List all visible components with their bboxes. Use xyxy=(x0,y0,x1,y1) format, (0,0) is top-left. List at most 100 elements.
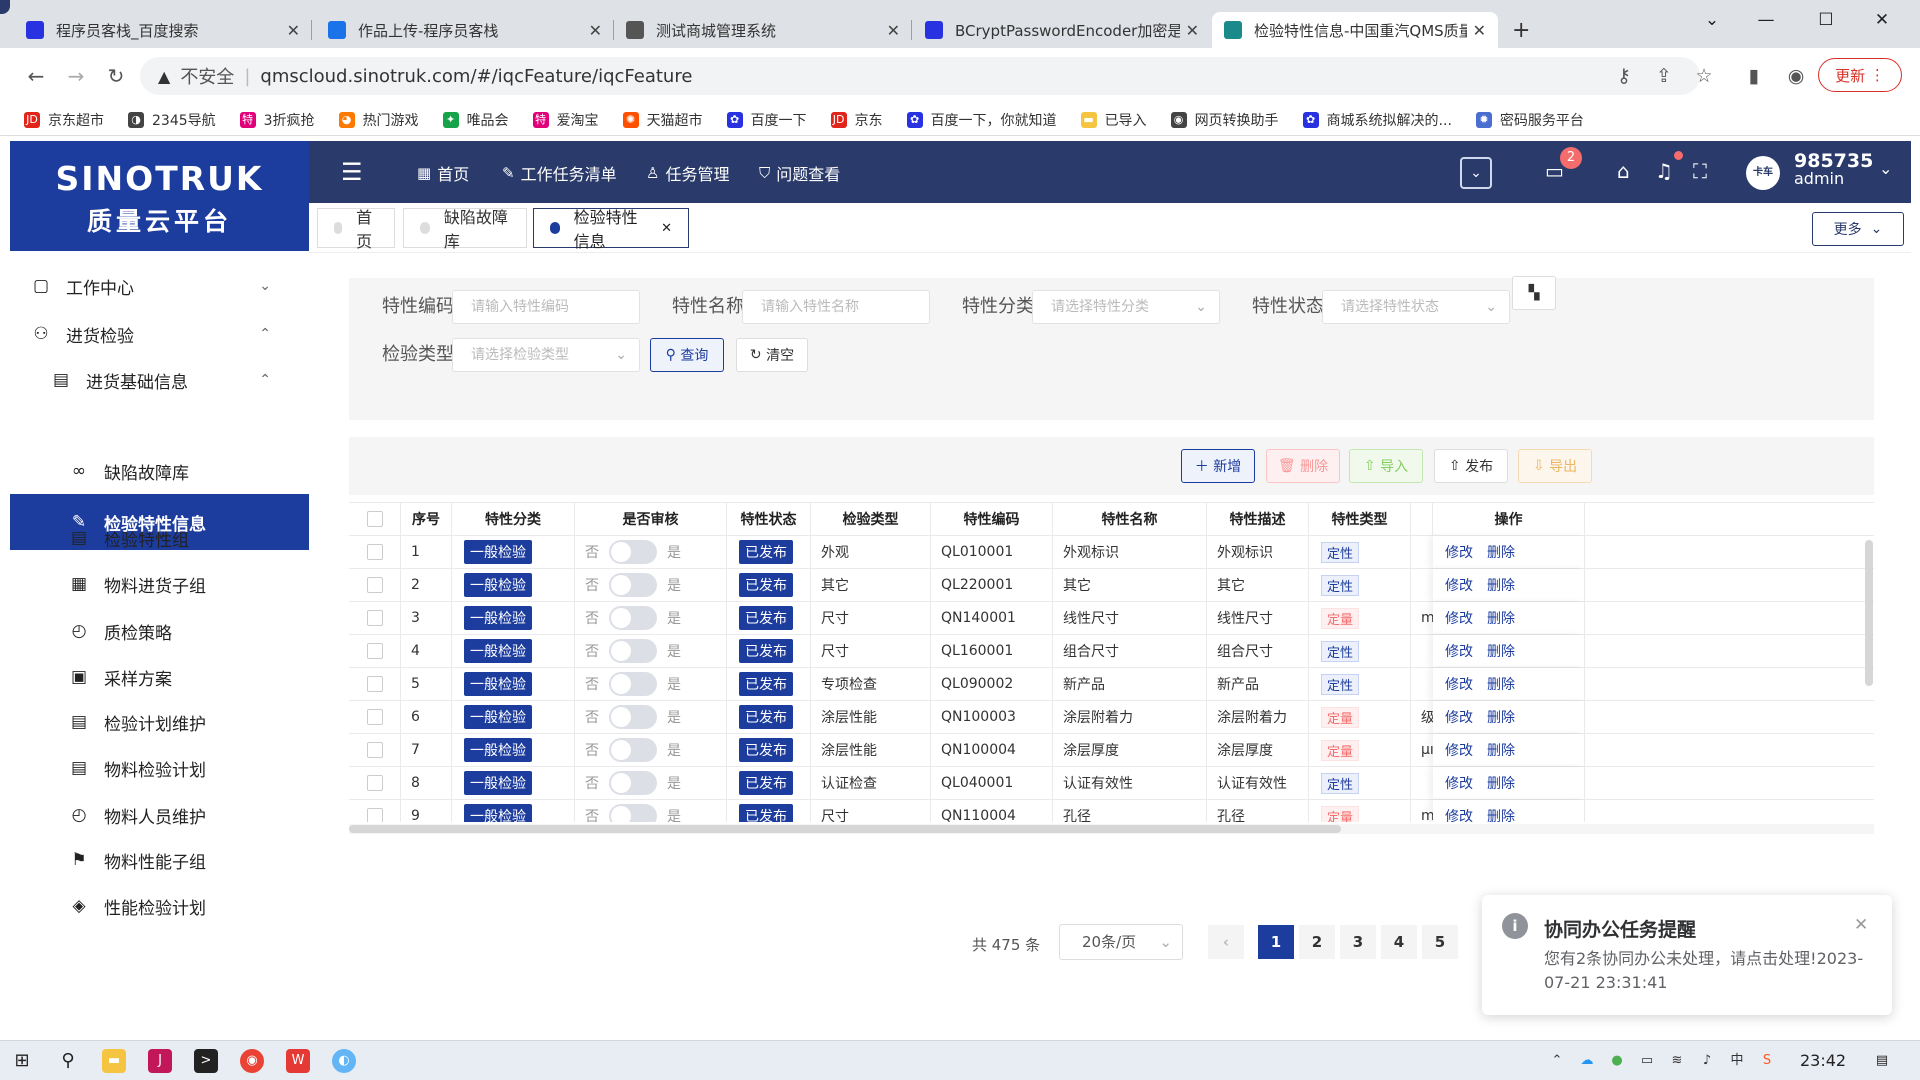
close-tab-icon[interactable]: ✕ xyxy=(887,21,900,40)
type-select[interactable]: 请选择检验类型 ⌄ xyxy=(452,338,640,372)
browser-tab[interactable]: 作品上传-程序员客栈 ✕ xyxy=(316,12,614,48)
row-checkbox[interactable] xyxy=(366,610,383,626)
bookmark-item[interactable]: ✿ 商城系统拟解决的... xyxy=(1302,110,1452,130)
bookmark-item[interactable]: JD 京东超市 xyxy=(24,110,104,130)
status-select[interactable]: 请选择特性状态 ⌄ xyxy=(1322,290,1510,324)
name-input[interactable]: 请输入特性名称 xyxy=(742,290,930,324)
row-checkbox[interactable] xyxy=(366,577,383,593)
wifi-icon[interactable]: ≋ xyxy=(1665,1049,1689,1073)
new-tab-button[interactable]: + xyxy=(1500,12,1540,48)
close-icon[interactable]: ✕ xyxy=(661,221,672,236)
chrome-icon[interactable]: ◉ xyxy=(240,1049,264,1073)
bookmark-item[interactable]: ✺ 天猫超市 xyxy=(622,110,703,130)
battery-icon[interactable]: ▭ xyxy=(1635,1049,1659,1073)
user-menu[interactable]: 985735 admin xyxy=(1794,152,1873,188)
edit-link[interactable]: 修改 xyxy=(1445,740,1473,760)
notification-toast[interactable]: i 协同办公任务提醒 ✕ 您有2条协同办公未处理，请点击处理!2023-07-2… xyxy=(1482,895,1892,1015)
tray-icon[interactable]: ☁ xyxy=(1575,1049,1599,1073)
close-tab-icon[interactable]: ✕ xyxy=(1186,21,1199,40)
bookmark-item[interactable]: JD 京东 xyxy=(830,110,883,130)
tab-home[interactable]: 首页 xyxy=(317,208,395,251)
more-button[interactable]: 更多 ⌄ xyxy=(1812,212,1904,246)
delete-link[interactable]: 删除 xyxy=(1487,740,1515,760)
sidebar-item[interactable]: ⚑ 物料性能子组 xyxy=(10,837,309,883)
row-checkbox[interactable] xyxy=(366,742,383,758)
delete-link[interactable]: 删除 xyxy=(1487,773,1515,793)
share-icon[interactable]: ⇪ xyxy=(1650,62,1678,90)
browser-tab[interactable]: 检验特性信息-中国重汽QMS质量 ✕ xyxy=(1212,12,1498,48)
horizontal-scrollbar[interactable] xyxy=(349,824,1874,834)
page-size-select[interactable]: 20条/页 ⌄ xyxy=(1059,924,1183,960)
row-checkbox[interactable] xyxy=(366,643,383,659)
delete-link[interactable]: 删除 xyxy=(1487,608,1515,628)
close-icon[interactable]: ✕ xyxy=(1854,915,1868,935)
search-icon[interactable]: ⚲ xyxy=(56,1049,80,1073)
close-window-icon[interactable]: ✕ xyxy=(1862,6,1902,34)
delete-link[interactable]: 删除 xyxy=(1487,575,1515,595)
row-checkbox[interactable] xyxy=(366,709,383,725)
back-icon[interactable]: ← xyxy=(22,62,50,90)
tab-defect-lib[interactable]: 缺陷故障库 xyxy=(403,208,527,251)
star-icon[interactable]: ☆ xyxy=(1690,62,1718,90)
publish-button[interactable]: ⇧ 发布 xyxy=(1434,449,1508,483)
sidebar-item[interactable]: ⚇ 进货检验 ⌃ xyxy=(10,311,309,357)
edit-link[interactable]: 修改 xyxy=(1445,707,1473,727)
page-button[interactable]: 2 xyxy=(1299,925,1335,959)
row-checkbox[interactable] xyxy=(366,808,383,822)
browser-tab[interactable]: 程序员客栈_百度搜索 ✕ xyxy=(14,12,312,48)
bookmark-item[interactable]: ✿ 百度一下，你就知道 xyxy=(906,110,1057,130)
edit-link[interactable]: 修改 xyxy=(1445,575,1473,595)
code-input[interactable]: 请输入特性编码 xyxy=(452,290,640,324)
bookmark-item[interactable]: ✦ 唯品会 xyxy=(442,110,509,130)
tab-search-icon[interactable]: ⌄ xyxy=(1692,6,1732,34)
volume-icon[interactable]: ♪ xyxy=(1695,1049,1719,1073)
sidebar-item[interactable]: ▤ 进货基础信息 ⌃ xyxy=(10,357,309,403)
antivirus-icon[interactable]: S xyxy=(1755,1049,1779,1073)
bookmark-item[interactable]: ✹ 密码服务平台 xyxy=(1475,110,1584,130)
review-toggle[interactable] xyxy=(609,573,657,597)
scrollbar-thumb[interactable] xyxy=(349,825,1341,833)
page-button[interactable]: 4 xyxy=(1381,925,1417,959)
sidebar-item[interactable]: ▤ 检验特性组 xyxy=(10,515,309,561)
query-button[interactable]: ⚲ 查询 xyxy=(650,338,724,372)
terminal-icon[interactable]: > xyxy=(194,1049,218,1073)
browser-tab[interactable]: BCryptPasswordEncoder加密是 ✕ xyxy=(913,12,1211,48)
sidepanel-icon[interactable]: ▮ xyxy=(1740,62,1768,90)
windows-start-icon[interactable]: ⊞ xyxy=(10,1049,34,1073)
sidebar-item[interactable]: ◴ 物料人员维护 xyxy=(10,792,309,838)
forward-icon[interactable]: → xyxy=(62,62,90,90)
review-toggle[interactable] xyxy=(609,705,657,729)
url-field[interactable]: ▲ 不安全 | qmscloud.sinotruk.com/#/iqcFeatu… xyxy=(140,57,1700,95)
nav-home[interactable]: ▦ 首页 xyxy=(417,161,469,185)
bookmark-item[interactable]: 特爱淘宝 xyxy=(532,110,599,130)
class-select[interactable]: 请选择特性分类 ⌄ xyxy=(1032,290,1220,324)
sidebar-item[interactable]: ▦ 物料进货子组 xyxy=(10,561,309,607)
page-button[interactable]: 3 xyxy=(1340,925,1376,959)
bookmark-item[interactable]: ◉ 网页转换助手 xyxy=(1170,110,1279,130)
bag-icon[interactable]: ⌂ xyxy=(1617,159,1630,183)
page-button[interactable]: 1 xyxy=(1258,925,1294,959)
update-button[interactable]: 更新 ⋮ xyxy=(1818,58,1902,92)
review-toggle[interactable] xyxy=(609,672,657,696)
review-toggle[interactable] xyxy=(609,540,657,564)
row-checkbox[interactable] xyxy=(366,775,383,791)
import-button[interactable]: ⇧ 导入 xyxy=(1349,449,1423,483)
nav-task-manage[interactable]: ♙ 任务管理 xyxy=(646,161,729,185)
menu-toggle-icon[interactable]: ☰ xyxy=(341,158,363,186)
sidebar-item[interactable]: ▤ 检验计划维护 xyxy=(10,699,309,745)
select-all-checkbox[interactable] xyxy=(366,511,383,527)
chevron-down-icon[interactable]: ⌄ xyxy=(1879,159,1892,178)
edit-link[interactable]: 修改 xyxy=(1445,542,1473,562)
edit-link[interactable]: 修改 xyxy=(1445,674,1473,694)
profile-icon[interactable]: ◉ xyxy=(1782,62,1810,90)
prev-page-button[interactable]: ‹ xyxy=(1208,925,1244,959)
delete-link[interactable]: 删除 xyxy=(1487,707,1515,727)
bookmark-item[interactable]: 特 3折疯抢 xyxy=(239,110,315,130)
notification-center-icon[interactable]: ▤ xyxy=(1870,1049,1894,1073)
fullscreen-icon[interactable]: ⛶ xyxy=(1693,159,1707,183)
delete-link[interactable]: 删除 xyxy=(1487,542,1515,562)
minimize-icon[interactable]: — xyxy=(1746,6,1786,34)
sidebar-item[interactable]: ◈ 性能检验计划 xyxy=(10,883,309,929)
sidebar-item[interactable]: ◴ 质检策略 xyxy=(10,608,309,654)
bookmark-item[interactable]: ✿ 百度一下 xyxy=(726,110,807,130)
